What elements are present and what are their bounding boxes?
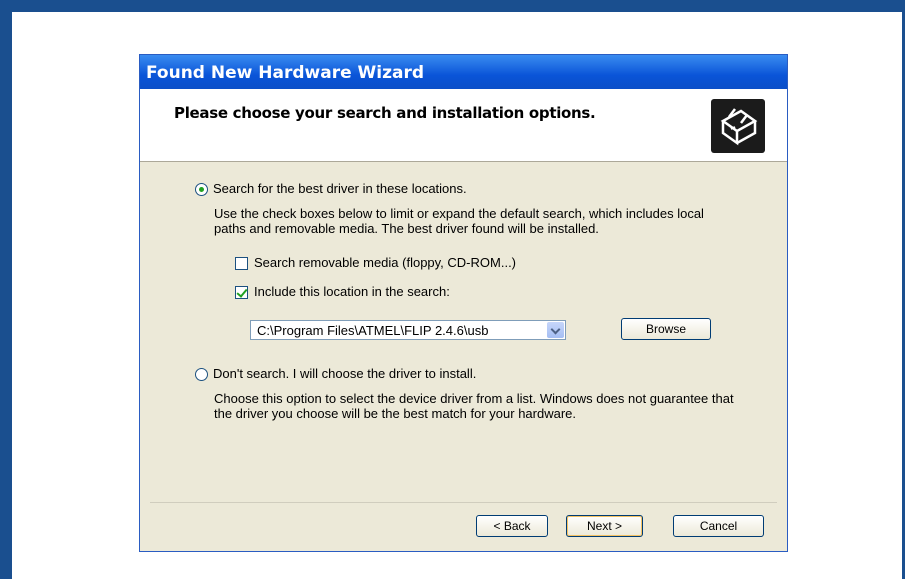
dont-search-description-line-2: the driver you choose will be the best m… — [214, 406, 577, 421]
removable-media-label[interactable]: Search removable media (floppy, CD-ROM..… — [254, 255, 516, 270]
cancel-button[interactable]: Cancel — [673, 515, 764, 537]
window-title: Found New Hardware Wizard — [146, 63, 425, 83]
search-option-label[interactable]: Search for the best driver in these loca… — [213, 181, 467, 196]
location-path-value: C:\Program Files\ATMEL\FLIP 2.4.6\usb — [257, 323, 489, 338]
search-description-line-2: paths and removable media. The best driv… — [214, 221, 599, 236]
title-bar[interactable]: Found New Hardware Wizard — [140, 55, 787, 89]
dont-search-label[interactable]: Don't search. I will choose the driver t… — [213, 366, 476, 381]
dont-search-description: Choose this option to select the device … — [214, 391, 734, 421]
back-button[interactable]: < Back — [476, 515, 548, 537]
include-location-checkbox[interactable] — [235, 286, 248, 299]
chevron-down-icon[interactable] — [547, 322, 564, 338]
footer-separator — [150, 502, 777, 503]
wizard-window: Found New Hardware Wizard Please choose … — [139, 54, 788, 552]
dont-search-description-line-1: Choose this option to select the device … — [214, 391, 734, 406]
header-title: Please choose your search and installati… — [174, 104, 596, 122]
search-description: Use the check boxes below to limit or ex… — [214, 206, 704, 236]
wizard-header: Please choose your search and installati… — [140, 89, 787, 162]
wizard-body: Search for the best driver in these loca… — [140, 162, 787, 551]
dont-search-radio[interactable] — [195, 368, 208, 381]
hardware-wizard-icon — [711, 99, 765, 153]
include-location-label[interactable]: Include this location in the search: — [254, 284, 450, 299]
search-description-line-1: Use the check boxes below to limit or ex… — [214, 206, 704, 221]
next-button[interactable]: Next > — [566, 515, 643, 537]
search-radio[interactable] — [195, 183, 208, 196]
browse-button[interactable]: Browse — [621, 318, 711, 340]
location-combobox[interactable]: C:\Program Files\ATMEL\FLIP 2.4.6\usb — [250, 320, 566, 340]
removable-media-checkbox[interactable] — [235, 257, 248, 270]
